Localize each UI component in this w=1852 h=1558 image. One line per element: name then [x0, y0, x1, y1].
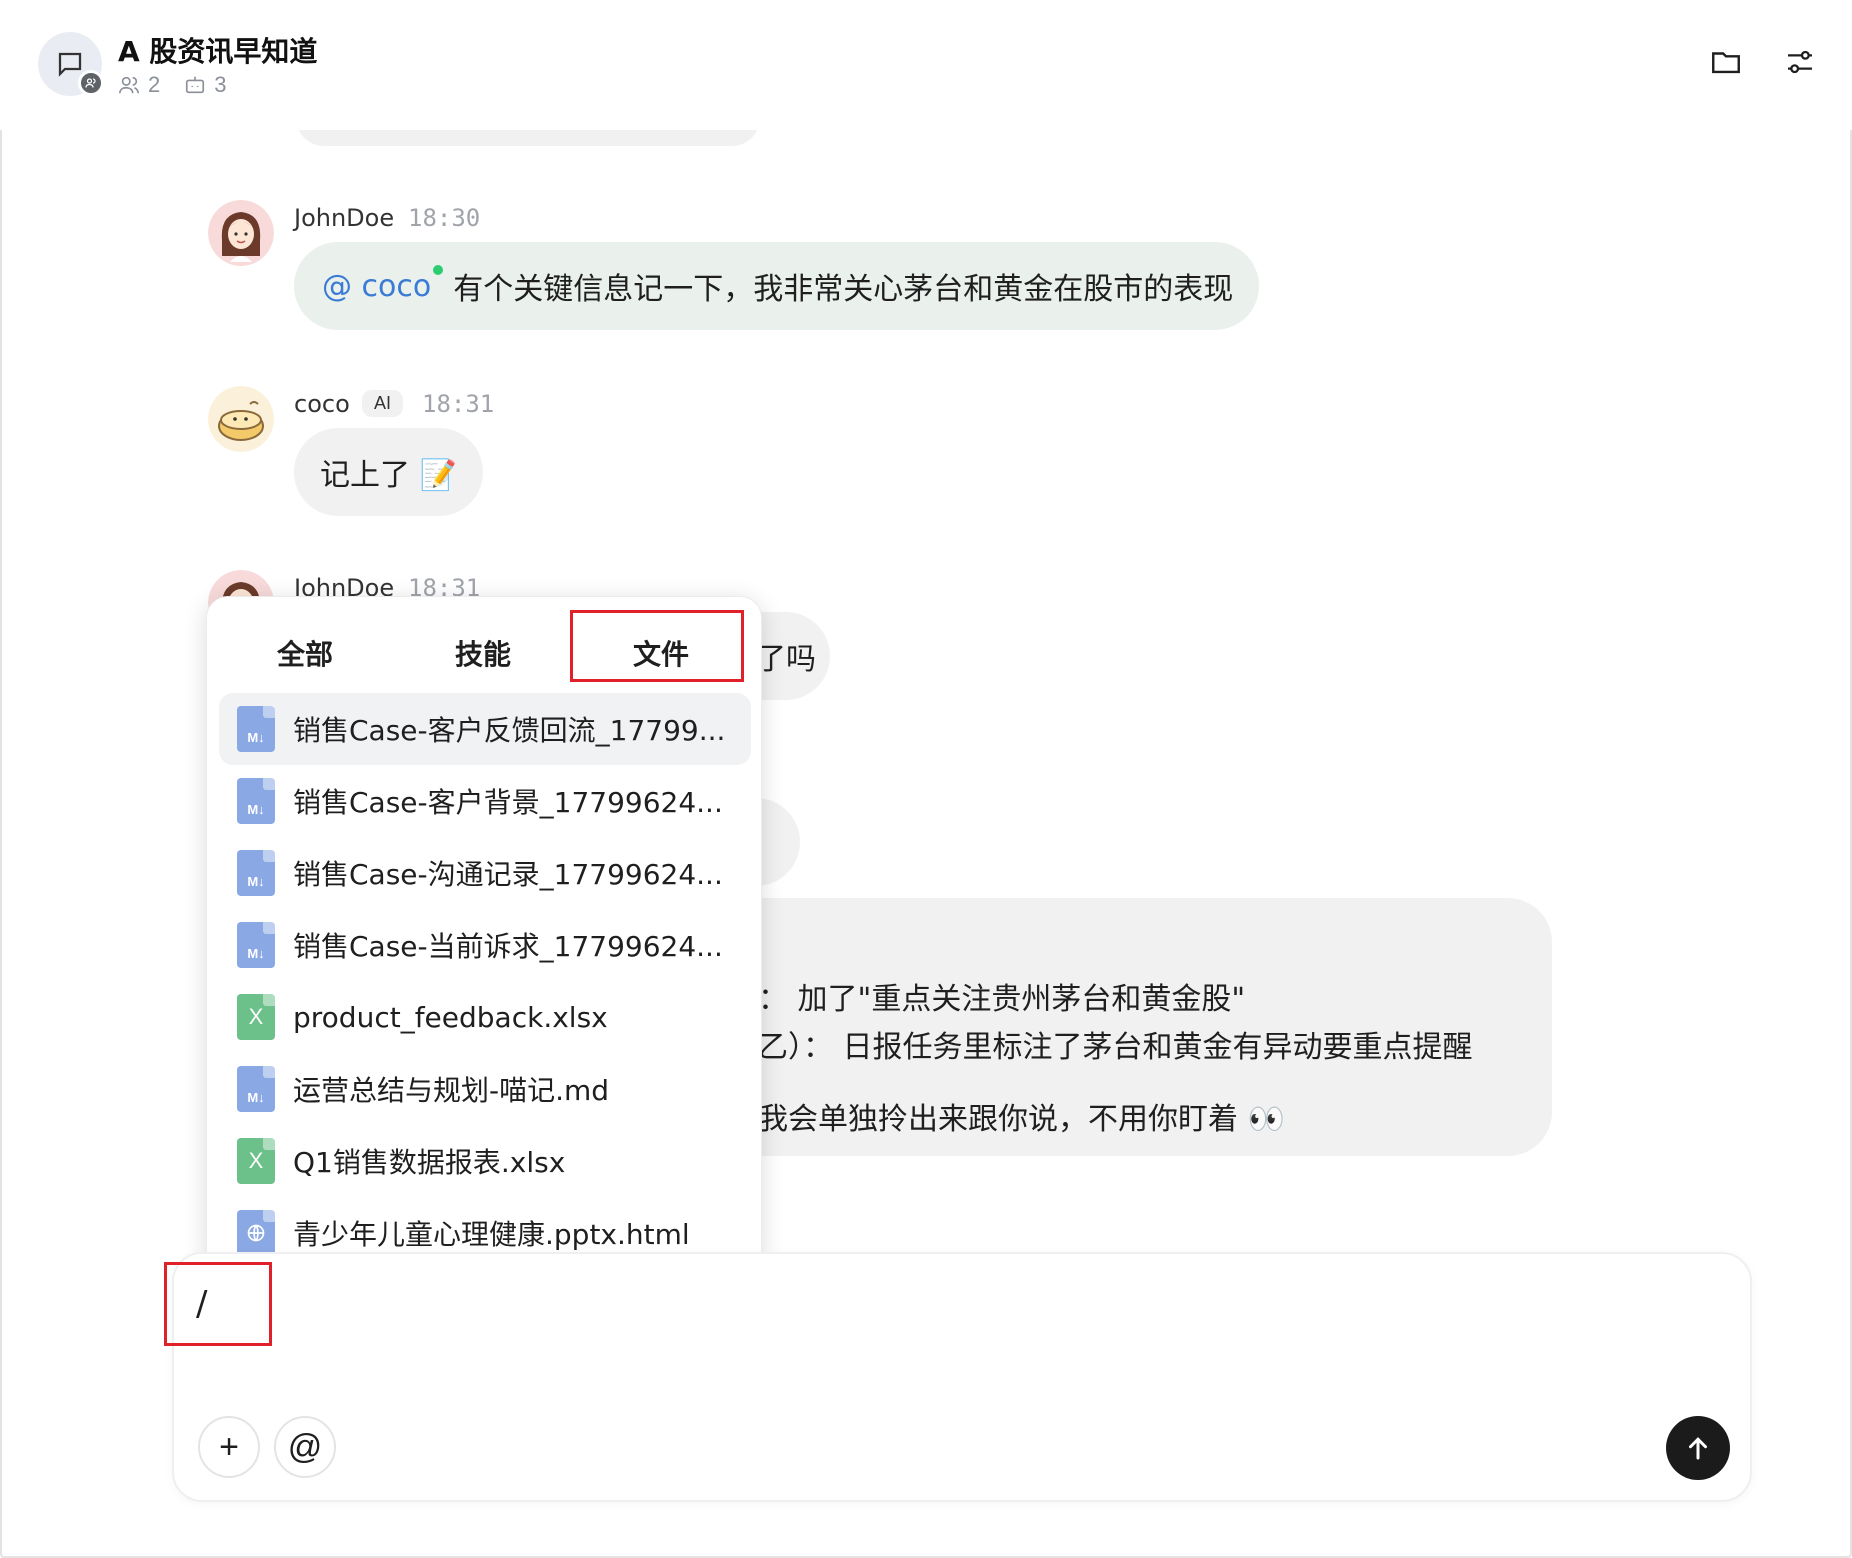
ai-badge: AI: [362, 390, 404, 417]
members-icon: [119, 76, 139, 94]
chat-header: A 股资讯早知道 2 3: [0, 0, 1852, 130]
file-name: 销售Case-当前诉求_17799624...: [293, 930, 723, 963]
send-button[interactable]: [1666, 1416, 1730, 1480]
file-name: 销售Case-客户反馈回流_17799...: [293, 714, 726, 747]
online-indicator: [433, 264, 444, 275]
markdown-file-icon: M↓: [237, 778, 275, 824]
markdown-file-icon: M↓: [237, 922, 275, 968]
reply-line: 我会单独拎出来跟你说，不用你盯着 👀: [758, 1102, 1285, 1137]
folder-icon[interactable]: [1708, 44, 1744, 80]
add-button[interactable]: +: [198, 1416, 260, 1478]
reply-line: 乙）： 日报任务里标注了茅台和黄金有异动要重点提醒: [758, 1030, 1473, 1065]
file-item[interactable]: M↓ 销售Case-客户反馈回流_17799...: [219, 693, 751, 765]
sender-name: JohnDoe: [294, 204, 395, 232]
message-time: 18:31: [422, 390, 495, 418]
bot-icon: [186, 76, 205, 94]
message-bubble: 记上了 📝: [294, 428, 483, 516]
avatar-johndoe[interactable]: [208, 200, 274, 266]
file-name: 运营总结与规划-喵记.md: [293, 1074, 610, 1107]
avatar-coco[interactable]: [208, 386, 274, 452]
highlight-box-files-tab: [570, 610, 744, 682]
file-name: 青少年儿童心理健康.pptx.html: [293, 1218, 690, 1251]
reply-line: ： 加了"重点关注贵州茅台和黄金股": [758, 982, 1246, 1017]
group-avatar[interactable]: [38, 32, 104, 96]
group-meta: 2 3: [118, 72, 243, 98]
sender-name: coco: [294, 390, 350, 418]
mention-coco[interactable]: @ coco: [322, 264, 444, 304]
reply-bubble: ： 加了"重点关注贵州茅台和黄金股" 乙）： 日报任务里标注了茅台和黄金有异动要…: [690, 898, 1552, 1156]
globe-file-icon: [237, 1210, 275, 1256]
member-count: 2: [148, 72, 161, 97]
file-name: product_feedback.xlsx: [293, 1000, 608, 1034]
message-composer[interactable]: / + @: [172, 1252, 1752, 1502]
file-name: 销售Case-沟通记录_17799624...: [293, 858, 723, 891]
mention-button[interactable]: @: [274, 1416, 336, 1478]
excel-file-icon: X: [237, 994, 275, 1040]
markdown-file-icon: M↓: [237, 706, 275, 752]
file-item[interactable]: X product_feedback.xlsx: [219, 981, 751, 1053]
highlight-box-input: [164, 1262, 272, 1346]
file-name: 销售Case-客户背景_17799624...: [293, 786, 723, 819]
message-text: 了吗: [756, 642, 816, 677]
file-item[interactable]: M↓ 销售Case-客户背景_17799624...: [219, 765, 751, 837]
excel-file-icon: X: [237, 1138, 275, 1184]
markdown-file-icon: M↓: [237, 1066, 275, 1112]
file-name: Q1销售数据报表.xlsx: [293, 1146, 566, 1179]
file-list: M↓ 销售Case-客户反馈回流_17799... M↓ 销售Case-客户背景…: [219, 693, 751, 1269]
group-title: A 股资讯早知道: [118, 35, 318, 68]
settings-sliders-icon[interactable]: [1782, 44, 1818, 80]
file-item[interactable]: M↓ 销售Case-当前诉求_17799624...: [219, 909, 751, 981]
message-bubble: @ coco 有个关键信息记一下，我非常关心茅台和黄金在股市的表现: [294, 242, 1260, 330]
message-time: 18:30: [408, 204, 481, 232]
arrow-up-icon: [1689, 1437, 1707, 1460]
tab-skills[interactable]: 技能: [455, 633, 511, 673]
message-text: 有个关键信息记一下，我非常关心茅台和黄金在股市的表现: [453, 272, 1234, 307]
group-badge-icon: [78, 70, 104, 96]
markdown-file-icon: M↓: [237, 850, 275, 896]
file-item[interactable]: X Q1销售数据报表.xlsx: [219, 1125, 751, 1197]
tab-all[interactable]: 全部: [277, 633, 333, 673]
message-text: 记上了 📝: [320, 458, 457, 493]
file-item[interactable]: M↓ 运营总结与规划-喵记.md: [219, 1053, 751, 1125]
file-item[interactable]: M↓ 销售Case-沟通记录_17799624...: [219, 837, 751, 909]
bot-count: 3: [214, 72, 227, 97]
mention-popup: 全部 技能 文件 M↓ 销售Case-客户反馈回流_17799... M↓ 销售…: [206, 596, 762, 1272]
